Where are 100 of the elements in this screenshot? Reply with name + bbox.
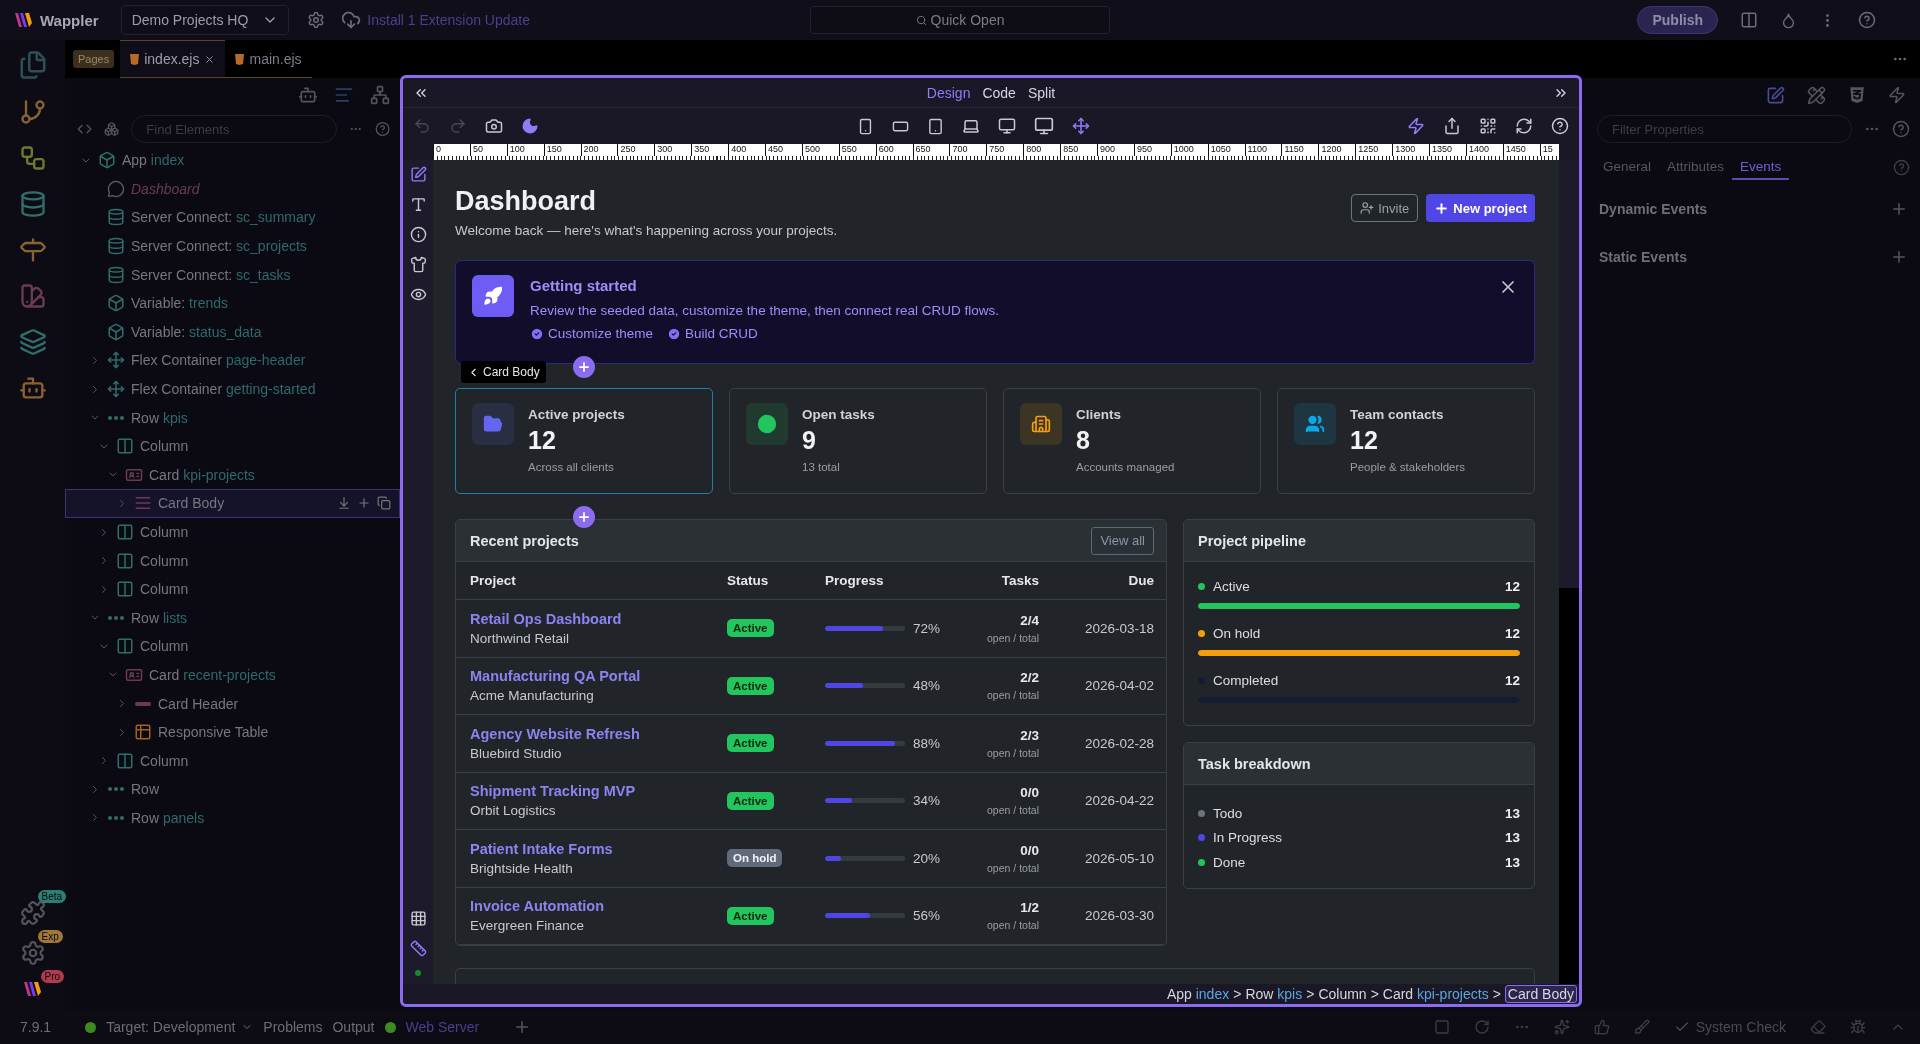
move-icon[interactable] bbox=[1071, 117, 1090, 135]
droplet-icon[interactable] bbox=[1780, 11, 1797, 29]
tree-item[interactable]: Column bbox=[65, 517, 400, 547]
split-view-icon[interactable] bbox=[1740, 11, 1758, 29]
square-icon[interactable] bbox=[1433, 1019, 1450, 1035]
thumbs-up-icon[interactable] bbox=[1593, 1019, 1610, 1035]
tree-item[interactable]: Server Connect: sc_projects bbox=[65, 231, 400, 261]
project-link[interactable]: Manufacturing QA Portal bbox=[470, 668, 641, 685]
breadcrumb-link[interactable]: Row kpis bbox=[1245, 986, 1303, 1002]
breadcrumb-link[interactable]: Card Body bbox=[1504, 985, 1577, 1003]
scrollbar[interactable] bbox=[1559, 160, 1579, 984]
tree-item[interactable]: Variable: status_data bbox=[65, 317, 400, 347]
new-project-button[interactable]: New project bbox=[1426, 194, 1535, 222]
tree-item[interactable]: Server Connect: sc_tasks bbox=[65, 260, 400, 289]
move-down-icon[interactable] bbox=[337, 496, 351, 511]
view-tab[interactable]: Code bbox=[982, 84, 1016, 101]
properties-tab[interactable]: Events bbox=[1732, 154, 1790, 180]
tree-item[interactable]: Server Connect: sc_summary bbox=[65, 203, 400, 232]
publish-button[interactable]: Publish bbox=[1637, 6, 1718, 34]
grid-icon[interactable] bbox=[409, 910, 427, 927]
tools-icon[interactable] bbox=[1807, 85, 1826, 105]
bug-icon[interactable] bbox=[1850, 1019, 1866, 1035]
shirt-icon[interactable] bbox=[409, 256, 427, 273]
tree-item[interactable]: Flex Container getting-started bbox=[65, 374, 400, 404]
refresh-icon[interactable] bbox=[1515, 117, 1533, 135]
tree-item[interactable]: Card recent-projects bbox=[65, 660, 400, 690]
laptop-icon[interactable] bbox=[961, 117, 980, 135]
css-icon[interactable] bbox=[1848, 86, 1866, 104]
project-link[interactable]: Patient Intake Forms bbox=[470, 840, 613, 857]
add-icon[interactable] bbox=[1890, 248, 1908, 266]
project-dropdown[interactable]: Demo Projects HQ bbox=[120, 5, 290, 35]
tree-item[interactable]: Variable: trends bbox=[65, 288, 400, 318]
info-icon[interactable] bbox=[409, 226, 427, 243]
workflow-icon[interactable] bbox=[18, 144, 47, 172]
view-all-button[interactable]: View all bbox=[1091, 526, 1154, 555]
redo-icon[interactable] bbox=[449, 117, 467, 135]
selection-tag[interactable]: Card Body bbox=[461, 361, 546, 383]
tree-item[interactable]: Column bbox=[65, 746, 400, 776]
signpost-icon[interactable] bbox=[18, 236, 47, 264]
properties-tab[interactable]: General bbox=[1595, 154, 1660, 180]
view-tab[interactable]: Design bbox=[926, 84, 971, 101]
project-link[interactable]: Agency Website Refresh bbox=[470, 725, 640, 742]
camera-icon[interactable] bbox=[485, 117, 503, 135]
share-icon[interactable] bbox=[1443, 117, 1461, 135]
edit-icon[interactable] bbox=[1766, 85, 1785, 105]
tree-item[interactable]: Flex Container page-header bbox=[65, 346, 400, 375]
brush-icon[interactable] bbox=[1633, 1019, 1650, 1035]
ruler-icon[interactable] bbox=[409, 940, 427, 957]
tree-item[interactable]: Row lists bbox=[65, 603, 400, 633]
undo-icon[interactable] bbox=[413, 117, 431, 135]
lightning-icon[interactable] bbox=[1407, 117, 1425, 135]
problems-tab[interactable]: Problems bbox=[263, 1019, 323, 1035]
eye-icon[interactable] bbox=[409, 286, 427, 303]
tree-item[interactable]: Card kpi-projects bbox=[65, 460, 400, 490]
swatch-icon[interactable] bbox=[18, 282, 47, 310]
text-size-icon[interactable] bbox=[409, 196, 427, 213]
tree-item[interactable]: Row kpis bbox=[65, 403, 400, 432]
breadcrumb-link[interactable]: App index bbox=[1166, 986, 1230, 1002]
eraser-icon[interactable] bbox=[1810, 1019, 1826, 1035]
lightning-icon[interactable] bbox=[1888, 86, 1906, 104]
tree-item[interactable]: Card Body bbox=[65, 489, 400, 518]
moon-icon[interactable] bbox=[521, 117, 539, 135]
add-above-button[interactable] bbox=[573, 356, 595, 378]
monitor-icon[interactable] bbox=[1033, 116, 1054, 136]
qr-code-icon[interactable] bbox=[1479, 117, 1497, 135]
view-tab[interactable]: Split bbox=[1027, 84, 1056, 101]
boxes-icon[interactable] bbox=[104, 120, 120, 138]
monitor-icon[interactable] bbox=[997, 117, 1016, 135]
sparkles-icon[interactable] bbox=[1553, 1019, 1570, 1035]
invite-button[interactable]: Invite bbox=[1351, 194, 1419, 222]
sitemap-icon[interactable] bbox=[370, 85, 390, 105]
tree-item[interactable]: Responsive Table bbox=[65, 717, 400, 747]
layers-icon[interactable] bbox=[18, 328, 47, 356]
add-icon[interactable] bbox=[1890, 200, 1908, 218]
reload-icon[interactable] bbox=[1473, 1019, 1490, 1035]
tree-item[interactable]: Column bbox=[65, 431, 400, 461]
target-dropdown[interactable]: Target: Development bbox=[106, 1019, 254, 1035]
settings-icon[interactable] bbox=[307, 11, 326, 29]
add-icon[interactable] bbox=[357, 496, 371, 511]
tree-item[interactable]: Column bbox=[65, 632, 400, 661]
robot-icon[interactable] bbox=[298, 85, 318, 105]
align-icon[interactable] bbox=[334, 85, 354, 105]
database-icon[interactable] bbox=[18, 190, 47, 218]
settings-icon[interactable] bbox=[19, 940, 46, 966]
cloud-download-icon[interactable] bbox=[341, 10, 362, 30]
add-below-button[interactable] bbox=[573, 506, 595, 528]
breadcrumb-link[interactable]: Card kpi-projects bbox=[1382, 986, 1489, 1002]
project-link[interactable]: Invoice Automation bbox=[470, 898, 604, 915]
edit-icon[interactable] bbox=[409, 166, 427, 183]
breadcrumb-link[interactable]: Column bbox=[1318, 986, 1367, 1002]
quick-open-field[interactable]: Quick Open bbox=[810, 6, 1110, 34]
copy-icon[interactable] bbox=[377, 496, 391, 511]
file-tab[interactable]: index.ejs bbox=[120, 40, 226, 78]
tree-item[interactable]: Column bbox=[65, 546, 400, 575]
tree-item[interactable]: Row bbox=[65, 775, 400, 804]
tree-item[interactable]: App index bbox=[65, 146, 400, 175]
project-link[interactable]: Shipment Tracking MVP bbox=[470, 783, 636, 800]
puzzle-icon[interactable] bbox=[19, 900, 46, 926]
properties-tab[interactable]: Attributes bbox=[1659, 154, 1733, 180]
tablet-icon[interactable] bbox=[926, 117, 944, 135]
